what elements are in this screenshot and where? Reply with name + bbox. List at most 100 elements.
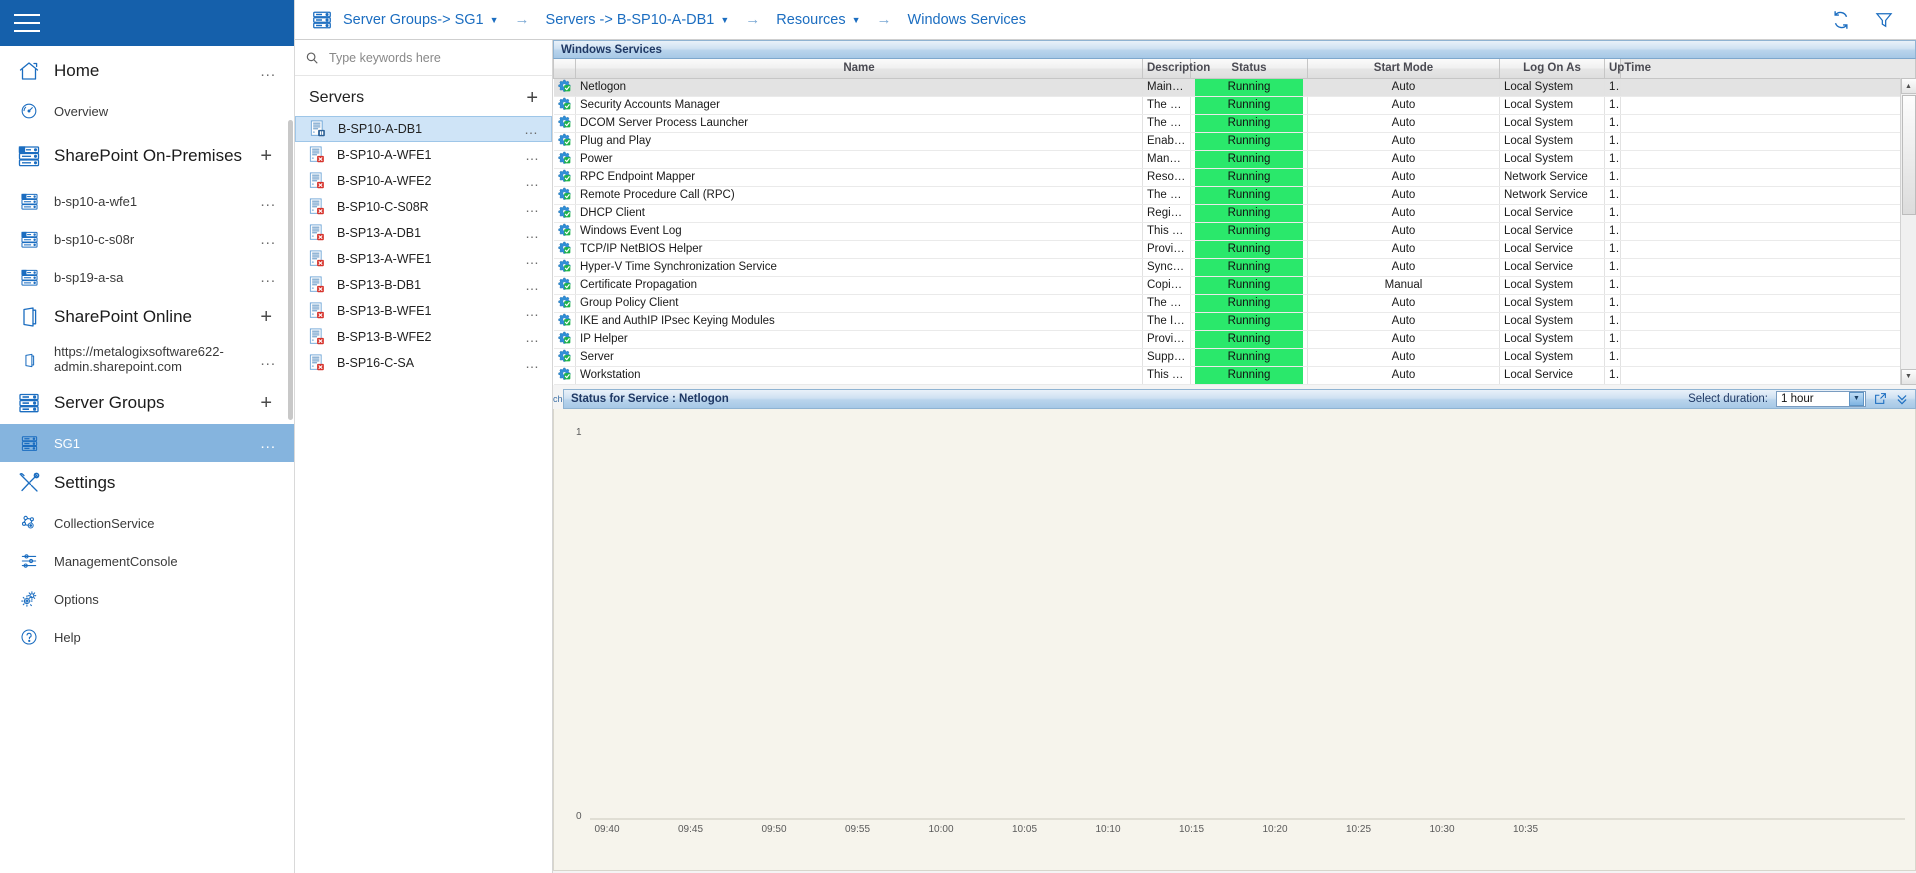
table-row[interactable]: RPC Endpoint MapperResolves RPC interfac…: [554, 168, 1916, 186]
search-input[interactable]: [327, 50, 542, 66]
cell-scroll-spacer: [1621, 330, 1916, 348]
table-row[interactable]: DCOM Server Process LauncherThe DCOMLAUN…: [554, 114, 1916, 132]
table-row[interactable]: IKE and AuthIP IPsec Keying ModulesThe I…: [554, 312, 1916, 330]
server-more-icon[interactable]: …: [525, 147, 540, 163]
table-row[interactable]: NetlogonMaintains a secure channel betwe…: [554, 78, 1916, 96]
table-row[interactable]: TCP/IP NetBIOS HelperProvides support fo…: [554, 240, 1916, 258]
sidebar-item-help[interactable]: Help: [0, 618, 294, 656]
hamburger-icon[interactable]: [14, 14, 40, 32]
cell-name: RPC Endpoint Mapper: [576, 168, 1143, 186]
sidebar-scrollbar[interactable]: [288, 120, 293, 420]
server-list-item[interactable]: B-SP10-C-S08R…: [295, 194, 552, 220]
sidebar-item-managementconsole[interactable]: ManagementConsole: [0, 542, 294, 580]
column-header-log-on-as[interactable]: Log On As: [1500, 59, 1605, 78]
scroll-up-arrow-icon[interactable]: ▲: [1901, 78, 1916, 94]
filter-icon[interactable]: [1874, 10, 1894, 30]
server-list-item[interactable]: B-SP13-B-WFE2…: [295, 324, 552, 350]
sidebar-item-overview[interactable]: Overview: [0, 92, 294, 130]
table-row[interactable]: Remote Procedure Call (RPC)The RPCSS ser…: [554, 186, 1916, 204]
table-row[interactable]: Group Policy ClientThe service is respon…: [554, 294, 1916, 312]
server-list-item[interactable]: B-SP10-A-DB1…: [295, 116, 552, 142]
server-list-item[interactable]: B-SP10-A-WFE2…: [295, 168, 552, 194]
sidebar-item-more-icon[interactable]: ...: [260, 63, 282, 80]
sidebar-item-settings[interactable]: Settings: [0, 462, 294, 504]
server-more-icon[interactable]: …: [525, 173, 540, 189]
server-more-icon[interactable]: …: [525, 355, 540, 371]
scroll-thumb[interactable]: [1902, 95, 1916, 215]
sidebar-item-sg1[interactable]: SG1...: [0, 424, 294, 462]
sidebar-add-icon[interactable]: +: [260, 307, 282, 327]
sidebar-item-more-icon[interactable]: ...: [260, 269, 282, 286]
sidebar-item-b-sp10-a-wfe1[interactable]: b-sp10-a-wfe1...: [0, 182, 294, 220]
servers-stack-icon: [311, 9, 333, 31]
server-more-icon[interactable]: …: [525, 277, 540, 293]
cell-uptime: 12 days, 10 hours: [1605, 114, 1621, 132]
sidebar-item-more-icon[interactable]: ...: [260, 435, 282, 452]
refresh-icon[interactable]: [1830, 9, 1852, 31]
sidebar-item-b-sp10-c-s08r[interactable]: b-sp10-c-s08r...: [0, 220, 294, 258]
x-axis-tick-label: 10:10: [1095, 824, 1120, 835]
server-list-item[interactable]: B-SP13-A-WFE1…: [295, 246, 552, 272]
sidebar-add-icon[interactable]: +: [260, 393, 282, 413]
chevron-down-icon[interactable]: ▼: [490, 15, 499, 25]
server-more-icon[interactable]: …: [525, 199, 540, 215]
chevron-down-icon[interactable]: ▼: [1849, 392, 1864, 406]
breadcrumb-item-servers-b-sp10-a-db1[interactable]: Servers -> B-SP10-A-DB1▼: [546, 12, 730, 28]
server-more-icon[interactable]: …: [524, 121, 539, 137]
double-chevron-down-icon[interactable]: [1895, 392, 1909, 406]
sidebar-item-more-icon[interactable]: ...: [260, 352, 282, 369]
server-more-icon[interactable]: …: [525, 251, 540, 267]
sidebar-item-https-metalogixsoftware622-admin-sharepoint-com[interactable]: https://metalogixsoftware622-admin.share…: [0, 338, 294, 382]
server-status-icon: [309, 224, 329, 242]
chevron-down-icon[interactable]: ▼: [852, 15, 861, 25]
sidebar-item-home[interactable]: Home...: [0, 50, 294, 92]
column-header-description[interactable]: Description: [1143, 59, 1191, 78]
server-list-item[interactable]: B-SP13-B-DB1…: [295, 272, 552, 298]
sidebar-item-server-groups[interactable]: Server Groups+: [0, 382, 294, 424]
column-header-name[interactable]: Name: [576, 59, 1143, 78]
server-more-icon[interactable]: …: [525, 329, 540, 345]
table-row[interactable]: DHCP ClientRegisters and updates IP addr…: [554, 204, 1916, 222]
sidebar-item-b-sp19-a-sa[interactable]: b-sp19-a-sa...: [0, 258, 294, 296]
column-header-uptime[interactable]: UpTime: [1605, 59, 1621, 78]
popout-icon[interactable]: [1874, 392, 1887, 405]
cloud-door-icon: [14, 305, 44, 329]
table-row[interactable]: Plug and PlayEnables a computer to recog…: [554, 132, 1916, 150]
breadcrumb-arrow-icon: →: [515, 11, 530, 28]
column-header-start-mode[interactable]: Start Mode: [1308, 59, 1500, 78]
server-more-icon[interactable]: …: [525, 303, 540, 319]
scroll-down-arrow-icon[interactable]: ▼: [1901, 369, 1916, 385]
table-row[interactable]: Certificate PropagationCopies user certi…: [554, 276, 1916, 294]
table-row[interactable]: Windows Event LogThis service manages ev…: [554, 222, 1916, 240]
chart-collapse-left-icon[interactable]: chevron-left-icon: [553, 389, 563, 409]
sidebar-add-icon[interactable]: +: [260, 146, 282, 166]
service-gear-check-icon: [554, 348, 576, 366]
breadcrumb-item-server-groups-sg1[interactable]: Server Groups-> SG1▼: [343, 12, 499, 28]
table-row[interactable]: IP HelperProvides tunnel connectivity us…: [554, 330, 1916, 348]
cell-start-mode: Auto: [1308, 348, 1500, 366]
sidebar-item-sharepoint-on-premises[interactable]: SharePoint On-Premises+: [0, 130, 294, 182]
sidebar-item-collectionservice[interactable]: CollectionService: [0, 504, 294, 542]
sidebar-item-more-icon[interactable]: ...: [260, 193, 282, 210]
server-list-item[interactable]: B-SP16-C-SA…: [295, 350, 552, 376]
add-server-button[interactable]: +: [526, 88, 538, 108]
server-s-small-icon: [14, 268, 44, 287]
table-row[interactable]: ServerSupports file, print, and named-pi…: [554, 348, 1916, 366]
cell-status: Running: [1191, 114, 1308, 132]
table-row[interactable]: WorkstationThis service is responsible f…: [554, 366, 1916, 384]
server-list-item[interactable]: B-SP10-A-WFE1…: [295, 142, 552, 168]
sidebar-item-options[interactable]: Options: [0, 580, 294, 618]
breadcrumb-item-resources[interactable]: Resources▼: [776, 12, 860, 28]
sidebar-item-sharepoint-online[interactable]: SharePoint Online+: [0, 296, 294, 338]
server-more-icon[interactable]: …: [525, 225, 540, 241]
chevron-down-icon[interactable]: ▼: [720, 15, 729, 25]
sidebar-item-more-icon[interactable]: ...: [260, 231, 282, 248]
server-list-item[interactable]: B-SP13-A-DB1…: [295, 220, 552, 246]
duration-select[interactable]: 1 hour ▼: [1776, 391, 1866, 407]
table-row[interactable]: Security Accounts ManagerThe startup of …: [554, 96, 1916, 114]
cell-log-on-as: Local System: [1500, 132, 1605, 150]
table-row[interactable]: Hyper-V Time Synchronization ServiceSync…: [554, 258, 1916, 276]
server-list-item[interactable]: B-SP13-B-WFE1…: [295, 298, 552, 324]
table-row[interactable]: PowerManages power policy and power poli…: [554, 150, 1916, 168]
services-table-scrollbar[interactable]: ▲ ▼: [1900, 78, 1916, 385]
